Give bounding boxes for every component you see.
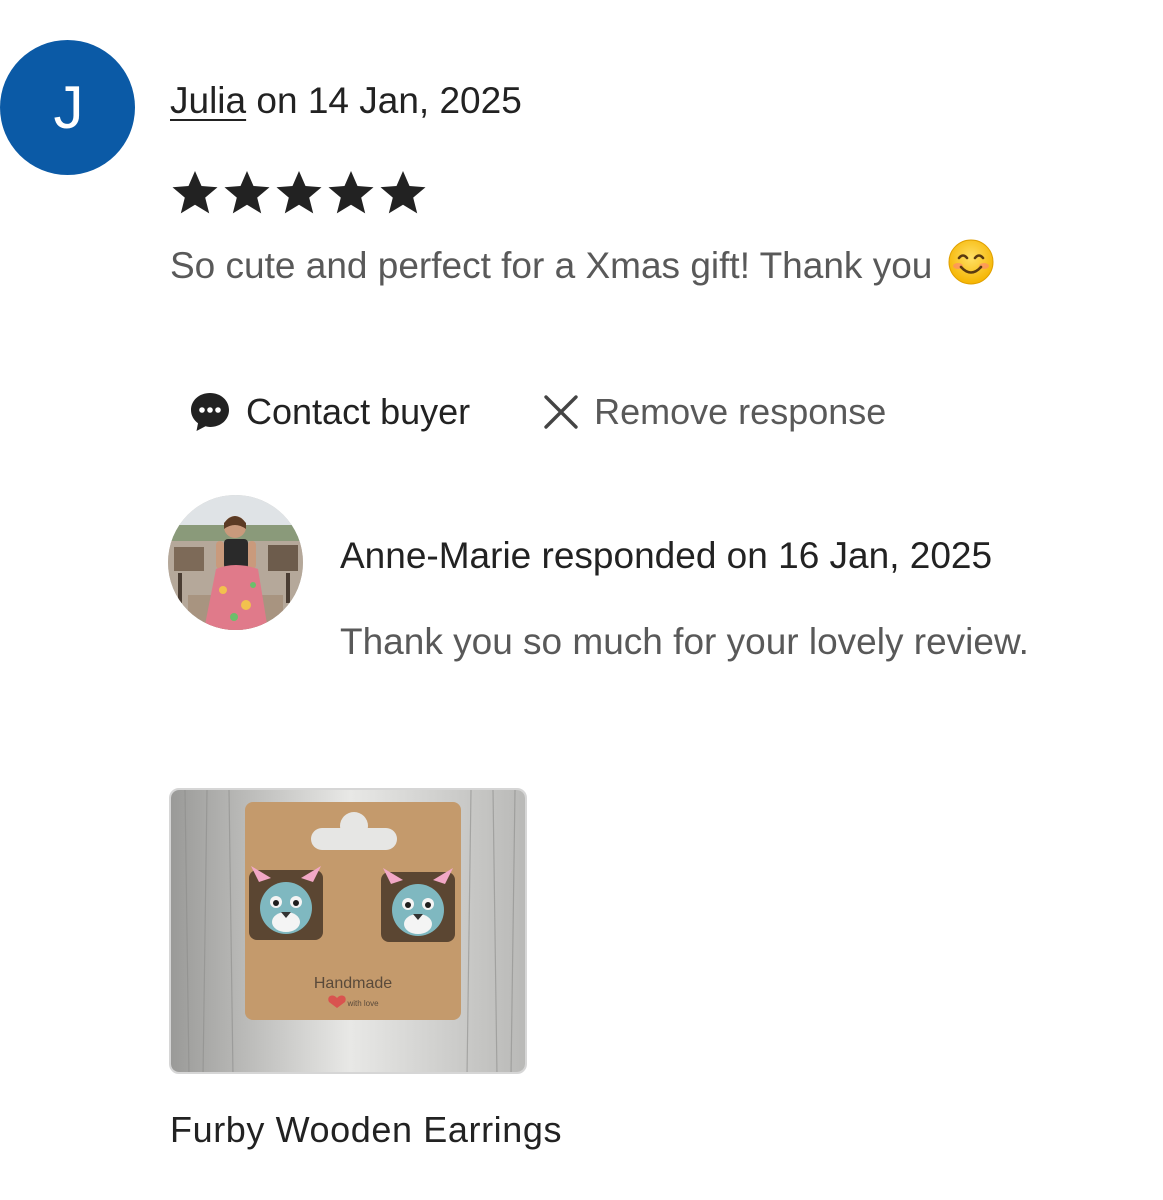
seller-photo <box>168 495 303 630</box>
star-icon <box>172 171 218 214</box>
chat-bubble-icon <box>191 393 229 431</box>
close-icon <box>544 395 578 429</box>
star-rating <box>170 168 428 218</box>
card-with-love-text: with love <box>346 999 379 1008</box>
remove-response-button[interactable]: Remove response <box>542 390 886 434</box>
avatar-initial: J <box>53 73 84 141</box>
card-handmade-text: Handmade <box>314 975 392 992</box>
review-date: on 14 Jan, 2025 <box>246 80 522 121</box>
review-actions: Contact buyer Remove response <box>188 388 886 436</box>
reviewer-avatar: J <box>0 40 135 175</box>
review-text: So cute and perfect for a Xmas gift! Tha… <box>170 238 995 289</box>
product-photo: Handmade with love <box>171 790 525 1072</box>
product-thumbnail[interactable]: Handmade with love <box>169 788 527 1074</box>
left-earring <box>249 866 323 940</box>
review-text-body: So cute and perfect for a Xmas gift! Tha… <box>170 245 933 286</box>
seller-avatar <box>168 495 303 630</box>
smiling-face-emoji-icon <box>948 239 994 285</box>
remove-response-label: Remove response <box>594 391 887 432</box>
star-icon <box>276 171 322 214</box>
response-text: Thank you so much for your lovely review… <box>340 621 1029 662</box>
contact-buyer-label: Contact buyer <box>246 391 471 432</box>
reviewer-name-link[interactable]: Julia <box>170 80 246 121</box>
review-header: Julia on 14 Jan, 2025 <box>170 80 522 122</box>
contact-buyer-button[interactable]: Contact buyer <box>188 390 470 434</box>
star-icon <box>380 171 426 214</box>
right-earring <box>381 868 455 942</box>
star-icon <box>224 171 270 214</box>
response-header: Anne-Marie responded on 16 Jan, 2025 <box>340 535 993 576</box>
product-title[interactable]: Furby Wooden Earrings <box>170 1108 562 1152</box>
star-icon <box>328 171 374 214</box>
